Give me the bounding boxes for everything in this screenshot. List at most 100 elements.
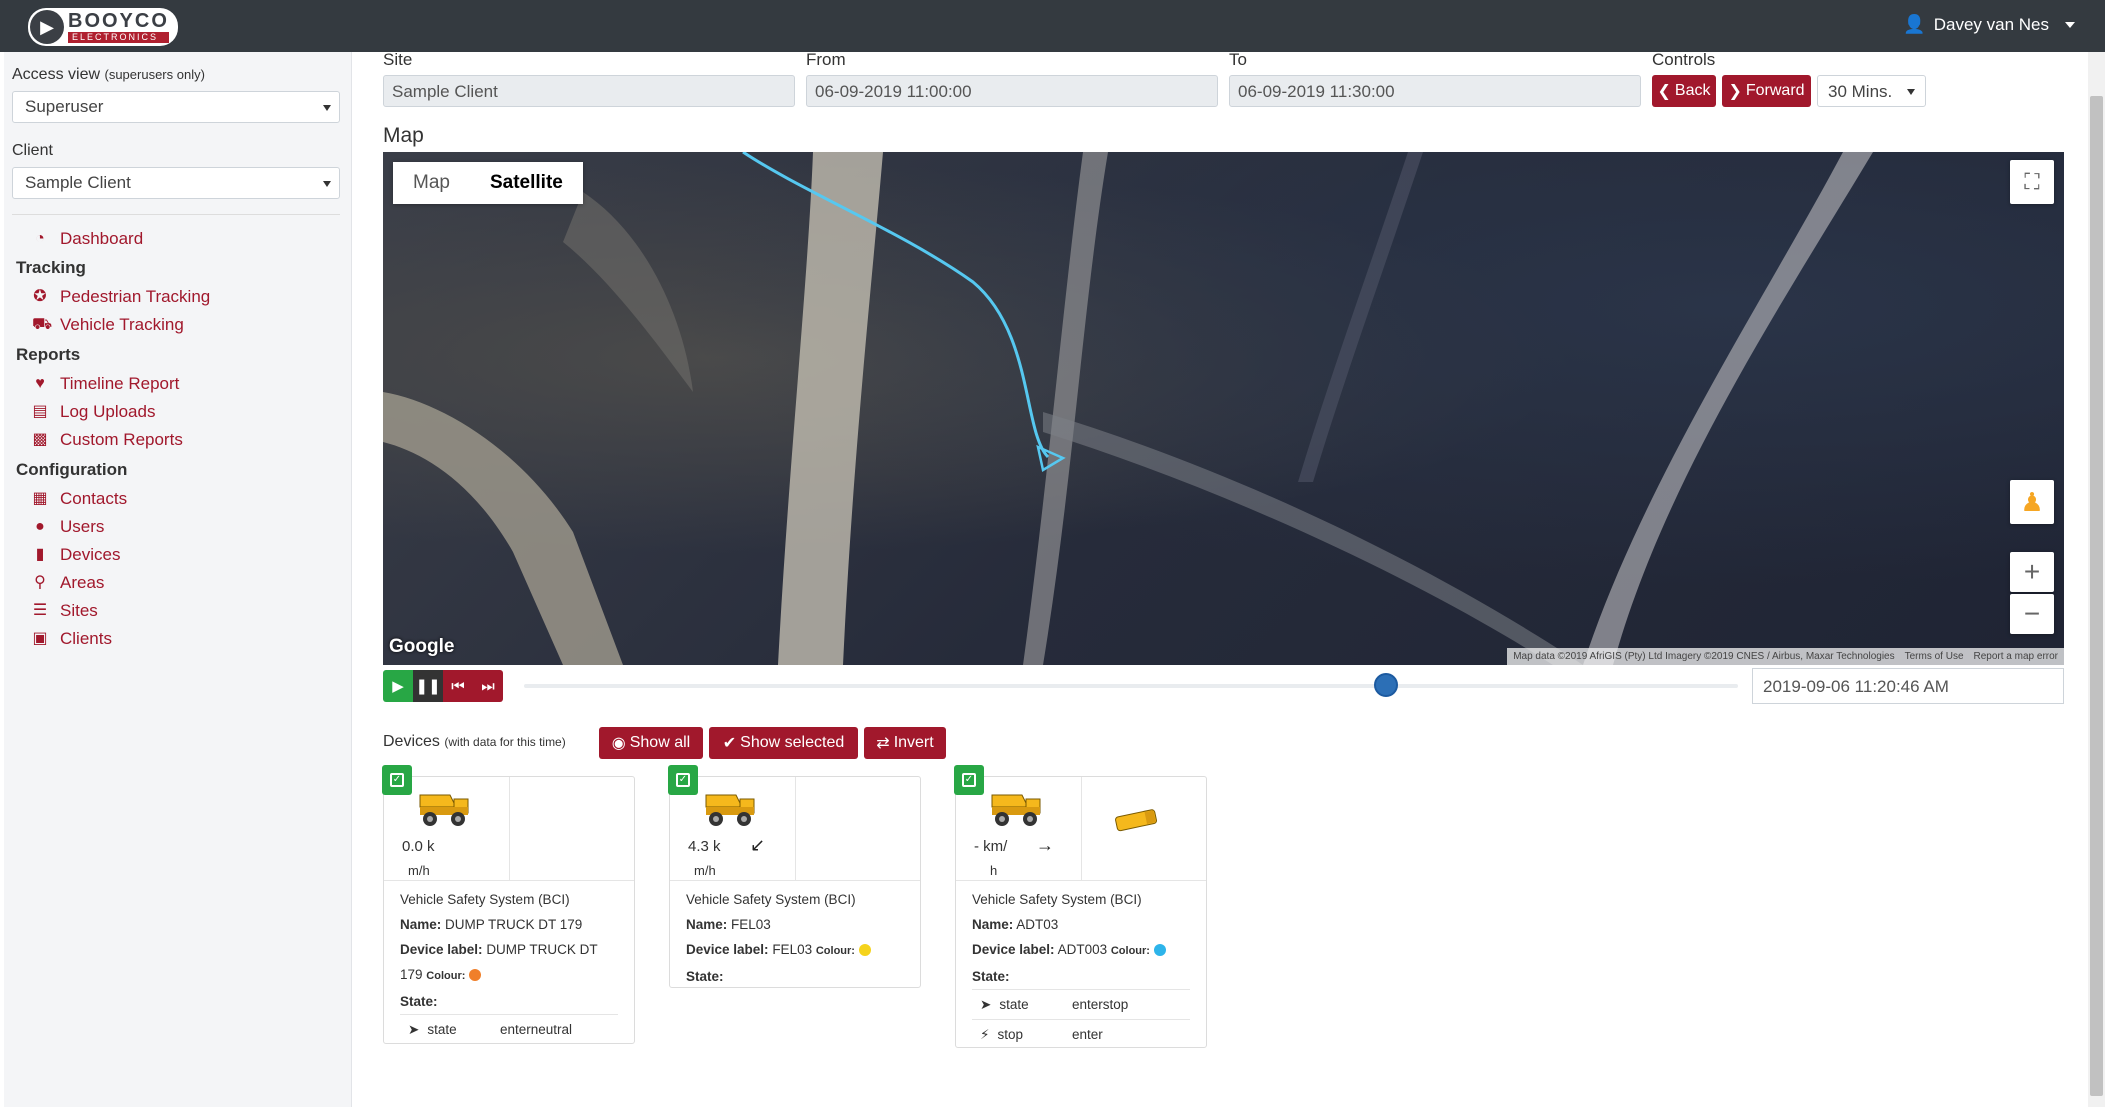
colour-key: Colour: bbox=[426, 970, 466, 982]
device-colour-dot bbox=[858, 944, 871, 957]
back-button-label: Back bbox=[1674, 82, 1711, 99]
speed-readout: - km/ h bbox=[974, 835, 1007, 883]
from-datetime-field[interactable]: 06-09-2019 11:00:00 bbox=[806, 75, 1218, 107]
truck-icon: ⛟ bbox=[32, 316, 53, 333]
back-button[interactable]: ❮ Back bbox=[1652, 75, 1716, 107]
user-menu[interactable]: 👤 Davey van Nes bbox=[1903, 14, 2075, 35]
sidebar-item-vehicle-tracking[interactable]: ⛟ Vehicle Tracking bbox=[32, 315, 184, 335]
speed-unit: m/h bbox=[694, 863, 716, 878]
chevron-down-icon bbox=[2065, 21, 2075, 28]
location-arrow-icon: ➤ bbox=[980, 997, 992, 1012]
terms-of-use-link[interactable]: Terms of Use bbox=[1905, 651, 1964, 662]
sidebar-item-label: Timeline Report bbox=[60, 374, 180, 393]
sidebar-item-timeline-report[interactable]: ♥ Timeline Report bbox=[32, 374, 179, 394]
client-select[interactable]: Sample Client bbox=[12, 167, 340, 199]
access-view-select[interactable]: Superuser bbox=[12, 91, 340, 123]
zoom-in-button[interactable]: + bbox=[2010, 552, 2054, 592]
play-logo-icon: ▶ bbox=[30, 10, 64, 44]
devices-label-text: Devices bbox=[383, 733, 440, 750]
map-marker-icon: ⚲ bbox=[34, 574, 46, 591]
check-double-icon: ✔ bbox=[722, 735, 737, 752]
nav-section-reports: Reports bbox=[16, 345, 81, 364]
chevron-left-icon: ❮ bbox=[1657, 83, 1671, 100]
state-key-cell: stop bbox=[997, 1027, 1024, 1042]
invert-button[interactable]: ⇄ Invert bbox=[864, 727, 946, 759]
satellite-map[interactable]: Map Satellite ⛶ ♟ + − Google Map data ©2… bbox=[383, 152, 2064, 665]
user-name: Davey van Nes bbox=[1933, 14, 2049, 34]
map-type-satellite-button[interactable]: Satellite bbox=[470, 162, 583, 204]
device-label-value: ADT003 bbox=[1057, 942, 1108, 957]
street-view-pegman[interactable]: ♟ bbox=[2010, 480, 2054, 524]
forward-button-label: Forward bbox=[1745, 82, 1805, 99]
bolt-icon: ⚡ bbox=[980, 1027, 990, 1042]
sidebar-item-log-uploads[interactable]: ▤ Log Uploads bbox=[32, 402, 155, 422]
nav-section-configuration: Configuration bbox=[16, 460, 128, 479]
device-system: Vehicle Safety System (BCI) bbox=[686, 892, 856, 907]
show-all-button[interactable]: ◉ Show all bbox=[599, 727, 703, 759]
device-colour-dot bbox=[1153, 944, 1166, 957]
access-view-value: Superuser bbox=[25, 97, 104, 116]
sidebar-item-label: Log Uploads bbox=[60, 402, 156, 421]
playback-timestamp: 2019-09-06 11:20:46 AM bbox=[1752, 668, 2064, 704]
access-view-label-text: Access view bbox=[12, 66, 101, 83]
map-attribution-text: Map data ©2019 AfriGIS (Pty) Ltd Imagery… bbox=[1513, 651, 1895, 662]
map-type-map-button[interactable]: Map bbox=[393, 162, 470, 204]
state-row: ⚡ stop enter bbox=[972, 1019, 1190, 1049]
forward-button[interactable]: ❯ Forward bbox=[1722, 75, 1811, 107]
chevron-down-icon bbox=[323, 105, 331, 111]
minus-icon: − bbox=[2023, 598, 2041, 629]
device-card-dump-truck: ✓ 0.0 k m/h Vehicle Safety System (BCI) … bbox=[382, 765, 635, 1044]
page-scrollbar-thumb[interactable] bbox=[2090, 96, 2103, 1096]
device-system: Vehicle Safety System (BCI) bbox=[972, 892, 1142, 907]
colour-key: Colour: bbox=[1110, 945, 1150, 957]
pegman-icon: ♟ bbox=[2020, 486, 2044, 517]
play-button[interactable]: ▶ bbox=[383, 670, 413, 702]
heading-arrow-icon: → bbox=[1036, 835, 1054, 855]
sidebar-item-contacts[interactable]: ▦ Contacts bbox=[32, 489, 127, 509]
device-select-checkbox[interactable]: ✓ bbox=[382, 765, 412, 795]
site-field[interactable]: Sample Client bbox=[383, 75, 795, 107]
skip-start-button[interactable]: ⏮ bbox=[443, 670, 473, 702]
user-icon: 👤 bbox=[1903, 14, 1926, 34]
map-type-control: Map Satellite bbox=[393, 162, 583, 204]
timeline-slider-handle[interactable] bbox=[1373, 673, 1398, 697]
name-key: Name: bbox=[972, 917, 1014, 932]
report-map-error-link[interactable]: Report a map error bbox=[1974, 651, 2058, 662]
sidebar-item-dashboard[interactable]: ◔ Dashboard bbox=[32, 229, 143, 249]
state-key: State: bbox=[400, 994, 438, 1009]
sidebar-item-clients[interactable]: ▣ Clients bbox=[32, 629, 112, 649]
dashboard-gauge-icon: ◔ bbox=[35, 230, 45, 247]
device-select-checkbox[interactable]: ✓ bbox=[668, 765, 698, 795]
show-selected-button[interactable]: ✔ Show selected bbox=[709, 727, 858, 759]
fullscreen-button[interactable]: ⛶ bbox=[2010, 160, 2054, 204]
device-card-fel03: ✓ 4.3 k m/h ↙ Vehicle Safety System (BCI… bbox=[668, 765, 921, 988]
device-label-key: Device label: bbox=[686, 942, 769, 957]
skip-end-button[interactable]: ⏭ bbox=[473, 670, 503, 702]
device-card-adt03: ✓ - km/ h → Vehicle Safety System (BCI) … bbox=[954, 765, 1207, 1049]
sidebar-item-pedestrian-tracking[interactable]: ✪ Pedestrian Tracking bbox=[32, 287, 210, 307]
devices-note: (with data for this time) bbox=[444, 735, 566, 749]
sidebar-item-devices[interactable]: ▮ Devices bbox=[32, 545, 121, 565]
state-value-cell: enterstop bbox=[1072, 997, 1129, 1012]
zoom-out-button[interactable]: − bbox=[2010, 594, 2054, 634]
sidebar-item-users[interactable]: ● Users bbox=[32, 517, 104, 537]
booyco-logo[interactable]: ▶ BOOYCO ELECTRONICS bbox=[28, 8, 178, 46]
client-value: Sample Client bbox=[25, 173, 131, 192]
state-row: ➤ state enterstop bbox=[972, 989, 1190, 1019]
sidebar-item-label: Contacts bbox=[60, 489, 128, 508]
sidebar-item-areas[interactable]: ⚲ Areas bbox=[32, 573, 104, 593]
nav-section-tracking: Tracking bbox=[16, 258, 86, 277]
pause-button[interactable]: ❚❚ bbox=[413, 670, 443, 702]
sidebar-item-custom-reports[interactable]: ▩ Custom Reports bbox=[32, 430, 182, 450]
logo-main-text: BOOYCO bbox=[68, 10, 169, 32]
device-select-checkbox[interactable]: ✓ bbox=[954, 765, 984, 795]
speed-readout: 4.3 k m/h bbox=[688, 835, 721, 883]
timeline-slider-track[interactable] bbox=[524, 684, 1738, 688]
top-navbar bbox=[0, 0, 2105, 52]
state-key: State: bbox=[972, 969, 1010, 984]
interval-select[interactable]: 30 Mins. bbox=[1817, 75, 1926, 107]
to-datetime-field[interactable]: 06-09-2019 11:30:00 bbox=[1229, 75, 1641, 107]
show-all-label: Show all bbox=[629, 734, 691, 751]
sidebar-item-sites[interactable]: ☰ Sites bbox=[32, 601, 98, 621]
to-label: To bbox=[1229, 50, 1247, 69]
